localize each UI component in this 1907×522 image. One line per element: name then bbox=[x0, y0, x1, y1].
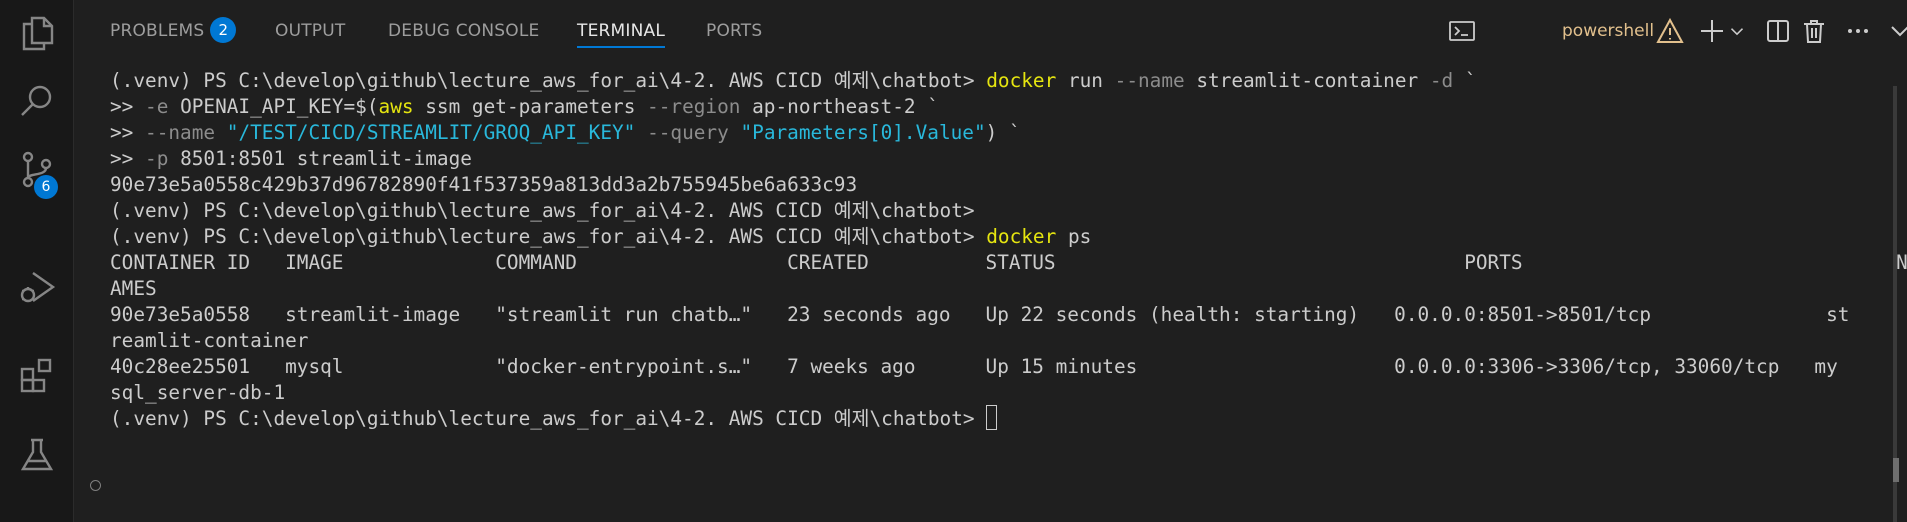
extensions-icon bbox=[20, 358, 52, 393]
tab-terminal-label: TERMINAL bbox=[577, 21, 666, 41]
tab-ports-label: PORTS bbox=[706, 21, 763, 41]
terminal-profile-button[interactable] bbox=[1448, 12, 1558, 50]
tab-terminal[interactable]: TERMINAL bbox=[577, 0, 666, 62]
line-continuation: ` bbox=[1009, 121, 1021, 144]
chevron-down-icon bbox=[1730, 28, 1744, 36]
continuation-prompt: >> bbox=[110, 147, 146, 170]
continuation-prompt: >> bbox=[110, 121, 146, 144]
run-debug-icon bbox=[20, 272, 56, 303]
command-args: OPENAI_API_KEY=$( bbox=[168, 95, 379, 118]
prompt-text: (.venv) PS C:\develop\github\lecture_aws… bbox=[110, 407, 987, 430]
tab-debug-console-label: DEBUG CONSOLE bbox=[388, 21, 540, 41]
search-button[interactable] bbox=[0, 72, 74, 130]
flag-text: -d bbox=[1429, 69, 1454, 92]
panel-header: PROBLEMS 2 OUTPUT DEBUG CONSOLE TERMINAL … bbox=[75, 0, 1907, 62]
search-icon bbox=[21, 85, 52, 116]
flag-text: --name bbox=[1114, 69, 1185, 92]
string-text: "Parameters[0].Value" bbox=[740, 121, 986, 144]
tab-ports[interactable]: PORTS bbox=[706, 0, 762, 62]
scrollbar-thumb[interactable] bbox=[1893, 458, 1899, 482]
split-terminal-button[interactable] bbox=[1761, 12, 1795, 50]
terminal-line: (.venv) PS C:\develop\github\lecture_aws… bbox=[110, 404, 998, 434]
chevron-down-icon bbox=[1891, 26, 1907, 37]
flag-text: --region bbox=[647, 95, 741, 118]
command-text: docker bbox=[986, 69, 1057, 92]
flag-text: --name bbox=[145, 121, 216, 144]
more-actions-button[interactable] bbox=[1841, 12, 1875, 50]
flag-text: --query bbox=[647, 121, 729, 144]
new-terminal-button[interactable] bbox=[1695, 12, 1729, 50]
testing-button[interactable] bbox=[0, 426, 74, 484]
tab-output[interactable]: OUTPUT bbox=[275, 0, 346, 62]
command-args: streamlit-container bbox=[1184, 69, 1430, 92]
split-icon bbox=[1767, 20, 1789, 42]
scrollbar-track[interactable] bbox=[1893, 86, 1897, 522]
flag-text: -p bbox=[145, 147, 169, 170]
prompt-text: (.venv) PS C:\develop\github\lecture_aws… bbox=[110, 69, 987, 92]
activity-bar: 6 bbox=[0, 0, 74, 522]
command-args: ) bbox=[985, 121, 1010, 144]
line-continuation: ` bbox=[1453, 69, 1477, 92]
tab-problems[interactable]: PROBLEMS 2 bbox=[110, 0, 237, 62]
terminal-cursor bbox=[986, 405, 998, 430]
tab-problems-label: PROBLEMS bbox=[110, 21, 205, 41]
scm-badge: 6 bbox=[34, 175, 58, 199]
tab-output-label: OUTPUT bbox=[275, 21, 346, 41]
flag-text: -e bbox=[145, 95, 169, 118]
files-icon bbox=[22, 16, 54, 51]
testing-icon bbox=[20, 438, 54, 471]
line-continuation: ` bbox=[927, 95, 939, 118]
tab-debug-console[interactable]: DEBUG CONSOLE bbox=[388, 0, 539, 62]
problems-count-badge: 2 bbox=[210, 17, 237, 43]
string-text: "/TEST/CICD/STREAMLIT/GROQ_API_KEY" bbox=[226, 121, 636, 144]
terminal-line: 40c28ee25501 mysql "docker-entrypoint.s…… bbox=[110, 355, 1838, 378]
kill-terminal-button[interactable] bbox=[1797, 12, 1831, 50]
explorer-button[interactable] bbox=[0, 4, 74, 62]
command-args: run bbox=[1056, 69, 1115, 92]
terminal-line: 90e73e5a0558 streamlit-image "streamlit … bbox=[110, 303, 1850, 326]
warning-icon bbox=[1656, 17, 1684, 43]
shell-name: powershell bbox=[1562, 21, 1655, 41]
command-args: ssm get-parameters bbox=[413, 95, 648, 118]
trash-icon bbox=[1804, 20, 1824, 43]
prompt-text: (.venv) PS C:\develop\github\lecture_aws… bbox=[110, 225, 987, 248]
add-icon bbox=[1701, 20, 1723, 42]
extensions-button[interactable] bbox=[0, 346, 74, 404]
more-icon bbox=[1848, 29, 1868, 33]
command-args: 8501:8501 streamlit-image bbox=[168, 147, 472, 170]
source-control-button[interactable]: 6 bbox=[0, 140, 74, 199]
command-decoration[interactable] bbox=[90, 480, 101, 491]
command-args: ps bbox=[1056, 225, 1092, 248]
run-debug-button[interactable] bbox=[0, 258, 74, 316]
terminal-icon bbox=[1449, 21, 1475, 41]
command-args: ap-northeast-2 bbox=[740, 95, 928, 118]
warning-button[interactable] bbox=[1653, 12, 1687, 50]
maximize-panel-button[interactable] bbox=[1883, 12, 1907, 50]
terminal-view[interactable]: (.venv) PS C:\develop\github\lecture_aws… bbox=[75, 62, 1907, 522]
terminal-line: CONTAINER ID IMAGE COMMAND CREATED STATU… bbox=[110, 251, 1907, 274]
continuation-prompt: >> bbox=[110, 95, 146, 118]
command-text: aws bbox=[378, 95, 414, 118]
launch-profile-dropdown[interactable] bbox=[1726, 12, 1748, 50]
command-text: docker bbox=[986, 225, 1057, 248]
